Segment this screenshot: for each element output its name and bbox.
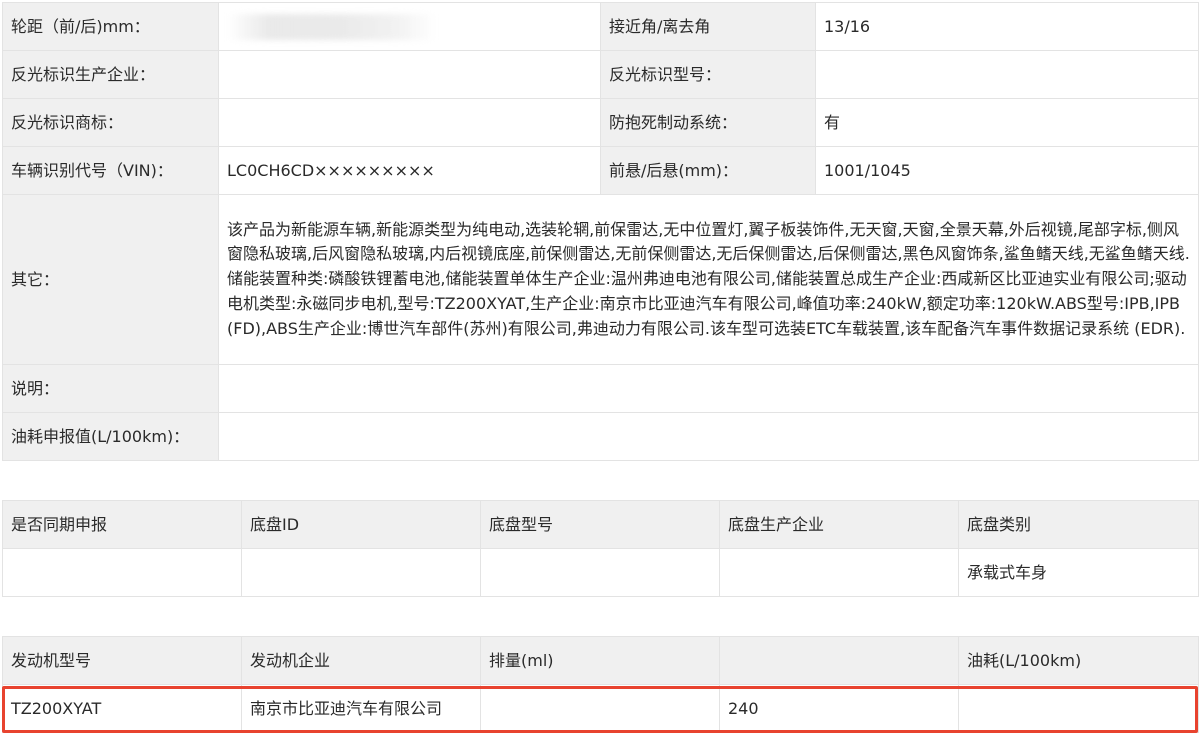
- chassis-header-sync: 是否同期申报: [2, 500, 242, 549]
- fuel-value: [218, 412, 1199, 461]
- wheelbase-label: 轮距（前/后)mm：: [2, 2, 219, 51]
- engine-header-model: 发动机型号: [2, 636, 242, 685]
- abs-label: 防抱死制动系统：: [600, 98, 816, 147]
- engine-cell-model: TZ200XYAT: [2, 684, 242, 733]
- note-label: 说明：: [2, 364, 219, 413]
- overhang-value: 1001/1045: [815, 146, 1199, 195]
- reflector-maker-value: [218, 50, 601, 99]
- table-row: TZ200XYAT 南京市比亚迪汽车有限公司 240: [2, 684, 1199, 733]
- spec-row-note: 说明：: [2, 364, 1199, 413]
- reflector-maker-label: 反光标识生产企业：: [2, 50, 219, 99]
- vin-label: 车辆识别代号（VIN)：: [2, 146, 219, 195]
- engine-header-displacement: 排量(ml): [480, 636, 720, 685]
- approach-angle-label: 接近角/离去角: [600, 2, 816, 51]
- reflector-brand-value: [218, 98, 601, 147]
- table-row: 承载式车身: [2, 548, 1199, 597]
- wheelbase-value: [218, 2, 601, 51]
- vin-value: LC0CH6CD×××××××××: [218, 146, 601, 195]
- spec-row-vin: 车辆识别代号（VIN)： LC0CH6CD××××××××× 前悬/后悬(mm)…: [2, 146, 1199, 195]
- fuel-label: 油耗申报值(L/100km)：: [2, 412, 219, 461]
- spec-row-reflector: 反光标识生产企业： 反光标识型号：: [2, 50, 1199, 99]
- approach-angle-value: 13/16: [815, 2, 1199, 51]
- chassis-header-id: 底盘ID: [241, 500, 481, 549]
- chassis-table: 是否同期申报 底盘ID 底盘型号 底盘生产企业 底盘类别 承载式车身: [2, 500, 1199, 597]
- spec-row-other: 其它： 该产品为新能源车辆,新能源类型为纯电动,选装轮辋,前保雷达,无中位置灯,…: [2, 194, 1199, 365]
- other-label: 其它：: [2, 194, 219, 365]
- spec-row-wheelbase: 轮距（前/后)mm： 接近角/离去角 13/16: [2, 2, 1199, 51]
- spec-row-brand-abs: 反光标识商标： 防抱死制动系统： 有: [2, 98, 1199, 147]
- reflector-model-value: [815, 50, 1199, 99]
- engine-header-maker: 发动机企业: [241, 636, 481, 685]
- note-value: [218, 364, 1199, 413]
- other-value: 该产品为新能源车辆,新能源类型为纯电动,选装轮辋,前保雷达,无中位置灯,翼子板装…: [218, 194, 1199, 365]
- reflector-model-label: 反光标识型号：: [600, 50, 816, 99]
- engine-header-power: [719, 636, 959, 685]
- abs-value: 有: [815, 98, 1199, 147]
- engine-cell-maker: 南京市比亚迪汽车有限公司: [241, 684, 481, 733]
- engine-table: 发动机型号 发动机企业 排量(ml) 油耗(L/100km) TZ200XYAT…: [2, 636, 1199, 733]
- blurred-redaction: [227, 13, 437, 40]
- chassis-header-model: 底盘型号: [480, 500, 720, 549]
- engine-cell-displacement: [480, 684, 720, 733]
- engine-cell-fuel: [958, 684, 1199, 733]
- chassis-header-row: 是否同期申报 底盘ID 底盘型号 底盘生产企业 底盘类别: [2, 500, 1199, 549]
- chassis-cell-sync: [2, 548, 242, 597]
- chassis-cell-maker: [719, 548, 959, 597]
- chassis-cell-id: [241, 548, 481, 597]
- engine-header-row: 发动机型号 发动机企业 排量(ml) 油耗(L/100km): [2, 636, 1199, 685]
- engine-cell-power: 240: [719, 684, 959, 733]
- chassis-cell-type: 承载式车身: [958, 548, 1199, 597]
- reflector-brand-label: 反光标识商标：: [2, 98, 219, 147]
- overhang-label: 前悬/后悬(mm)：: [600, 146, 816, 195]
- chassis-header-maker: 底盘生产企业: [719, 500, 959, 549]
- spec-row-fuel: 油耗申报值(L/100km)：: [2, 412, 1199, 461]
- chassis-cell-model: [480, 548, 720, 597]
- spec-table: 轮距（前/后)mm： 接近角/离去角 13/16 反光标识生产企业： 反光标识型…: [2, 2, 1199, 461]
- engine-header-fuel: 油耗(L/100km): [958, 636, 1199, 685]
- chassis-header-type: 底盘类别: [958, 500, 1199, 549]
